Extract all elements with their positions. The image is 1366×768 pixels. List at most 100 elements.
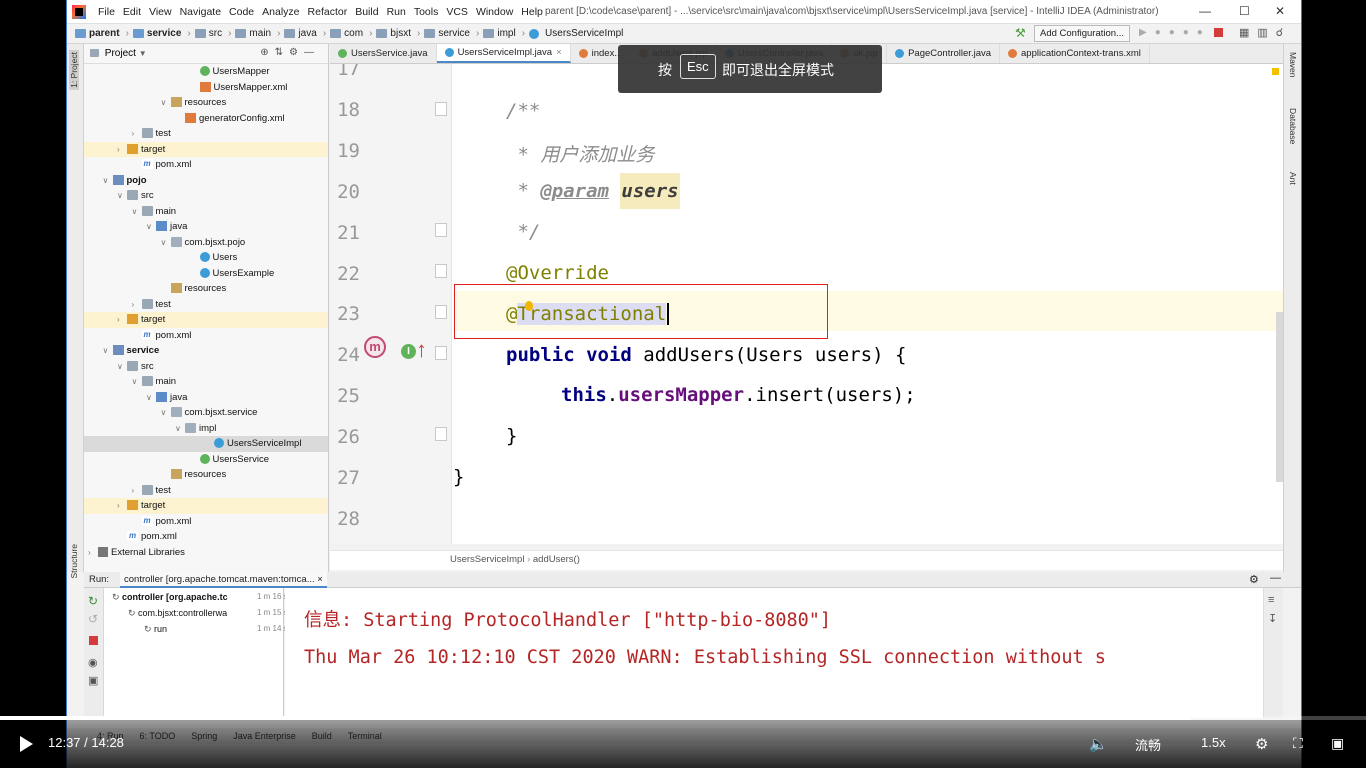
tree-item[interactable]: › test [84, 126, 328, 142]
expanded-arrow-icon[interactable]: ∨ [161, 95, 171, 110]
tree-item[interactable]: ∨ src [84, 359, 328, 375]
stop-icon[interactable] [1214, 28, 1223, 37]
run-config-tab[interactable]: controller [org.apache.tomcat.maven:tomc… [120, 572, 327, 588]
tree-item[interactable]: ∨ impl [84, 421, 328, 437]
tab-close-icon[interactable]: × [556, 47, 562, 58]
fullscreen-icon[interactable]: ▣ [1331, 735, 1344, 752]
tree-item[interactable]: UsersMapper [84, 64, 328, 80]
run-tree-item[interactable]: ↻ controller [org.apache.tc 1 m 16 s [112, 592, 288, 603]
menu-vcs[interactable]: VCS [446, 6, 468, 18]
maven-side-tab[interactable]: Maven [1288, 52, 1298, 78]
expanded-arrow-icon[interactable]: ∨ [117, 188, 127, 203]
collapsed-arrow-icon[interactable]: › [117, 142, 127, 157]
play-icon[interactable] [20, 736, 33, 752]
expanded-arrow-icon[interactable]: ∨ [103, 173, 113, 188]
tree-item[interactable]: › test [84, 297, 328, 313]
project-title[interactable]: Project [105, 48, 136, 59]
run-tree-item[interactable]: ↻ com.bjsxt:controllerwa 1 m 15 s [128, 608, 293, 619]
breadcrumb-item[interactable]: src [194, 28, 232, 39]
vertical-scrollbar[interactable] [1276, 312, 1283, 482]
speed-button[interactable]: 1.5x [1201, 735, 1226, 750]
breadcrumb-item[interactable]: service [424, 28, 479, 39]
menu-navigate[interactable]: Navigate [180, 6, 221, 18]
console-output[interactable]: 信息: Starting ProtocolHandler ["http-bio-… [285, 588, 1263, 718]
breadcrumb-item[interactable]: java [284, 28, 326, 39]
expanded-arrow-icon[interactable]: ∨ [103, 343, 113, 358]
menu-analyze[interactable]: Analyze [262, 6, 299, 18]
menu-window[interactable]: Window [476, 6, 513, 18]
ant-side-tab[interactable]: Ant [1288, 172, 1298, 185]
editor-tab[interactable]: UsersServiceImpl.java × [436, 44, 571, 63]
menu-refactor[interactable]: Refactor [308, 6, 348, 18]
volume-icon[interactable]: 🔈 [1089, 735, 1108, 753]
breadcrumb-method[interactable]: addUsers() [533, 554, 580, 565]
chevron-down-icon[interactable]: ▼ [139, 49, 147, 58]
tree-item[interactable]: m pom.xml [84, 514, 328, 530]
view-icon[interactable]: ◉ [88, 656, 98, 669]
tree-item[interactable]: UsersMapper.xml [84, 80, 328, 96]
build-hammer-icon[interactable]: ⚒ [1015, 26, 1026, 40]
maximize-icon[interactable]: ☐ [1239, 4, 1250, 18]
tree-item[interactable]: ∨ resources [84, 95, 328, 111]
fold-marker-icon[interactable] [435, 427, 447, 441]
menu-tools[interactable]: Tools [414, 6, 439, 18]
lightbulb-icon[interactable] [525, 301, 533, 311]
tree-item[interactable]: resources [84, 467, 328, 483]
fullscreen-page-icon[interactable]: ⛶ [1293, 735, 1303, 752]
add-configuration-button[interactable]: Add Configuration... [1034, 25, 1130, 42]
tree-item[interactable]: › target [84, 141, 328, 157]
override-arrow-icon[interactable]: ↑ [416, 337, 427, 363]
quality-button[interactable]: 流畅 [1135, 735, 1161, 754]
tree-item[interactable]: Users [84, 250, 328, 266]
menu-edit[interactable]: Edit [123, 6, 141, 18]
project-toolbar-icons[interactable]: ⊕⇅⚙— [260, 47, 320, 58]
breadcrumb-item[interactable]: com [330, 28, 372, 39]
tree-item[interactable]: › External Libraries [84, 545, 328, 561]
expanded-arrow-icon[interactable]: ∨ [146, 219, 156, 234]
run-toolbar-icons[interactable]: ▶●●●● [1139, 27, 1211, 38]
tree-item[interactable]: generatorConfig.xml [84, 111, 328, 127]
tree-item[interactable]: ∨ main [84, 374, 328, 390]
tree-item[interactable]: ∨ java [84, 219, 328, 235]
fold-marker-icon[interactable] [435, 264, 447, 278]
fold-marker-icon[interactable] [435, 223, 447, 237]
tree-item[interactable]: ∨ src [84, 188, 328, 204]
close-icon[interactable]: ✕ [1275, 4, 1285, 18]
menu-file[interactable]: File [98, 6, 115, 18]
settings-icon[interactable]: ⚙ [1255, 735, 1268, 753]
fold-marker-icon[interactable] [435, 346, 447, 360]
tree-item[interactable]: ∨ com.bjsxt.service [84, 405, 328, 421]
tree-item[interactable]: resources [84, 281, 328, 297]
breadcrumb-item[interactable]: impl [483, 28, 525, 39]
menu-build[interactable]: Build [355, 6, 378, 18]
tree-item[interactable]: › target [84, 498, 328, 514]
expanded-arrow-icon[interactable]: ∨ [132, 204, 142, 219]
collapsed-arrow-icon[interactable]: › [117, 498, 127, 513]
breadcrumb-class[interactable]: UsersServiceImpl [450, 554, 524, 565]
collapsed-arrow-icon[interactable]: › [132, 126, 142, 141]
stop-run-icon[interactable] [89, 636, 98, 645]
menu-help[interactable]: Help [521, 6, 543, 18]
menu-code[interactable]: Code [229, 6, 254, 18]
tree-item[interactable]: UsersExample [84, 266, 328, 282]
tree-item[interactable]: UsersServiceImpl [84, 436, 328, 452]
tree-item[interactable]: ∨ service [84, 343, 328, 359]
tree-item[interactable]: ∨ java [84, 390, 328, 406]
expanded-arrow-icon[interactable]: ∨ [146, 390, 156, 405]
breadcrumb-item[interactable]: main [235, 28, 280, 39]
tree-item[interactable]: m pom.xml [84, 529, 328, 545]
layout-icons[interactable]: ▦▥☌ [1239, 26, 1291, 39]
collapsed-arrow-icon[interactable]: › [132, 297, 142, 312]
inspection-status-icon[interactable] [1272, 68, 1279, 75]
breadcrumb-item[interactable]: parent [75, 28, 129, 39]
expanded-arrow-icon[interactable]: ∨ [161, 235, 171, 250]
menu-run[interactable]: Run [387, 6, 406, 18]
expanded-arrow-icon[interactable]: ∨ [117, 359, 127, 374]
hide-panel-icon[interactable]: — [1270, 572, 1281, 584]
camera-icon[interactable]: ▣ [88, 674, 98, 687]
rerun-failed-icon[interactable]: ↺ [88, 612, 98, 626]
breadcrumb-item[interactable]: service [132, 28, 191, 39]
project-side-tab[interactable]: 1: Project [69, 50, 79, 90]
collapsed-arrow-icon[interactable]: › [132, 483, 142, 498]
rerun-icon[interactable]: ↻ [88, 594, 98, 608]
